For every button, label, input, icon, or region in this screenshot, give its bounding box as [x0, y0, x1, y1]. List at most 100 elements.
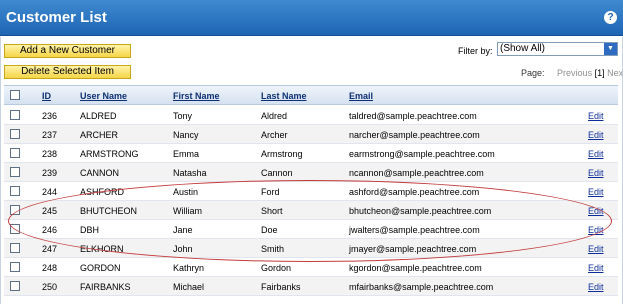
cell-username: ALDRED: [80, 111, 117, 121]
cell-firstname: William: [173, 206, 202, 216]
cell-lastname: Fairbanks: [261, 282, 301, 292]
cell-username: CANNON: [80, 168, 120, 178]
row-checkbox[interactable]: [10, 129, 20, 139]
cell-id: 236: [42, 111, 58, 121]
row-checkbox[interactable]: [10, 262, 20, 272]
cell-firstname: Michael: [173, 282, 205, 292]
cell-email: jwalters@sample.peachtree.com: [349, 225, 480, 235]
title-bar: Customer List ?: [0, 0, 623, 36]
pager-label: Page:: [521, 68, 545, 78]
cell-lastname: Ford: [261, 187, 280, 197]
cell-email: taldred@sample.peachtree.com: [349, 111, 477, 121]
cell-email: kgordon@sample.peachtree.com: [349, 263, 482, 273]
cell-username: DBH: [80, 225, 100, 235]
cell-username: FAIRBANKS: [80, 282, 131, 292]
cell-lastname: Doe: [261, 225, 278, 235]
edit-link[interactable]: Edit: [588, 225, 604, 235]
row-checkbox[interactable]: [10, 110, 20, 120]
cell-lastname: Archer: [261, 130, 288, 140]
delete-selected-button[interactable]: Delete Selected Item: [4, 65, 131, 79]
cell-username: ARMSTRONG: [80, 149, 139, 159]
cell-username: ASHFORD: [80, 187, 125, 197]
cell-email: bhutcheon@sample.peachtree.com: [349, 206, 492, 216]
select-all-checkbox[interactable]: [10, 90, 20, 100]
cell-firstname: Natasha: [173, 168, 207, 178]
cell-id: 248: [42, 263, 58, 273]
cell-firstname: Emma: [173, 149, 200, 159]
pager-previous[interactable]: Previous: [557, 68, 592, 78]
table-row: 236 ALDRED Tony Aldred taldred@sample.pe…: [4, 106, 618, 125]
filter-select[interactable]: (Show All) ▼: [497, 42, 618, 56]
cell-email: ashford@sample.peachtree.com: [349, 187, 480, 197]
cell-firstname: Tony: [173, 111, 193, 121]
table-header: ID User Name First Name Last Name Email: [4, 85, 618, 105]
cell-email: narcher@sample.peachtree.com: [349, 130, 480, 140]
edit-link[interactable]: Edit: [588, 168, 604, 178]
edit-link[interactable]: Edit: [588, 282, 604, 292]
column-header-email[interactable]: Email: [349, 91, 373, 101]
cell-username: ELKHORN: [80, 244, 124, 254]
row-checkbox[interactable]: [10, 205, 20, 215]
pager-current: [1]: [594, 68, 605, 78]
cell-email: ncannon@sample.peachtree.com: [349, 168, 484, 178]
cell-id: 239: [42, 168, 58, 178]
column-header-lastname[interactable]: Last Name: [261, 91, 307, 101]
cell-id: 238: [42, 149, 58, 159]
edit-link[interactable]: Edit: [588, 130, 604, 140]
row-checkbox[interactable]: [10, 243, 20, 253]
cell-id: 250: [42, 282, 58, 292]
cell-username: ARCHER: [80, 130, 119, 140]
pager: Page: Previous [1] Next: [521, 68, 623, 78]
cell-username: BHUTCHEON: [80, 206, 138, 216]
cell-firstname: John: [173, 244, 193, 254]
table-row: 237 ARCHER Nancy Archer narcher@sample.p…: [4, 125, 618, 144]
add-customer-button[interactable]: Add a New Customer: [4, 44, 131, 58]
chevron-down-icon[interactable]: ▼: [604, 43, 617, 55]
table-row: 238 ARMSTRONG Emma Armstrong earmstrong@…: [4, 144, 618, 163]
edit-link[interactable]: Edit: [588, 206, 604, 216]
cell-firstname: Jane: [173, 225, 193, 235]
pager-next[interactable]: Next: [607, 68, 623, 78]
cell-id: 247: [42, 244, 58, 254]
edit-link[interactable]: Edit: [588, 111, 604, 121]
edit-link[interactable]: Edit: [588, 187, 604, 197]
cell-lastname: Gordon: [261, 263, 292, 273]
cell-id: 246: [42, 225, 58, 235]
filter-selected-value: (Show All): [500, 43, 546, 54]
table-row: 245 BHUTCHEON William Short bhutcheon@sa…: [4, 201, 618, 220]
row-checkbox[interactable]: [10, 167, 20, 177]
cell-id: 244: [42, 187, 58, 197]
cell-lastname: Smith: [261, 244, 285, 254]
cell-email: mfairbanks@sample.peachtree.com: [349, 282, 494, 292]
cell-email: jmayer@sample.peachtree.com: [349, 244, 477, 254]
cell-username: GORDON: [80, 263, 121, 273]
customer-list-panel: Add a New Customer Delete Selected Item …: [0, 37, 623, 304]
table-row: 244 ASHFORD Austin Ford ashford@sample.p…: [4, 182, 618, 201]
cell-lastname: Short: [261, 206, 283, 216]
cell-firstname: Kathryn: [173, 263, 205, 273]
page-title: Customer List: [6, 9, 107, 26]
column-header-id[interactable]: ID: [42, 91, 51, 101]
row-checkbox[interactable]: [10, 224, 20, 234]
cell-lastname: Armstrong: [261, 149, 303, 159]
edit-link[interactable]: Edit: [588, 149, 604, 159]
table-row: 239 CANNON Natasha Cannon ncannon@sample…: [4, 163, 618, 182]
cell-id: 245: [42, 206, 58, 216]
cell-lastname: Cannon: [261, 168, 293, 178]
edit-link[interactable]: Edit: [588, 244, 604, 254]
table-row: 250 FAIRBANKS Michael Fairbanks mfairban…: [4, 277, 618, 296]
help-icon[interactable]: ?: [604, 11, 617, 24]
cell-firstname: Nancy: [173, 130, 199, 140]
row-checkbox[interactable]: [10, 186, 20, 196]
row-checkbox[interactable]: [10, 148, 20, 158]
row-checkbox[interactable]: [10, 281, 20, 291]
filter-label: Filter by:: [458, 46, 493, 56]
table-row: 247 ELKHORN John Smith jmayer@sample.pea…: [4, 239, 618, 258]
table-row: 248 GORDON Kathryn Gordon kgordon@sample…: [4, 258, 618, 277]
table-row: 246 DBH Jane Doe jwalters@sample.peachtr…: [4, 220, 618, 239]
column-header-username[interactable]: User Name: [80, 91, 127, 101]
cell-id: 237: [42, 130, 58, 140]
column-header-firstname[interactable]: First Name: [173, 91, 220, 101]
edit-link[interactable]: Edit: [588, 263, 604, 273]
cell-email: earmstrong@sample.peachtree.com: [349, 149, 495, 159]
